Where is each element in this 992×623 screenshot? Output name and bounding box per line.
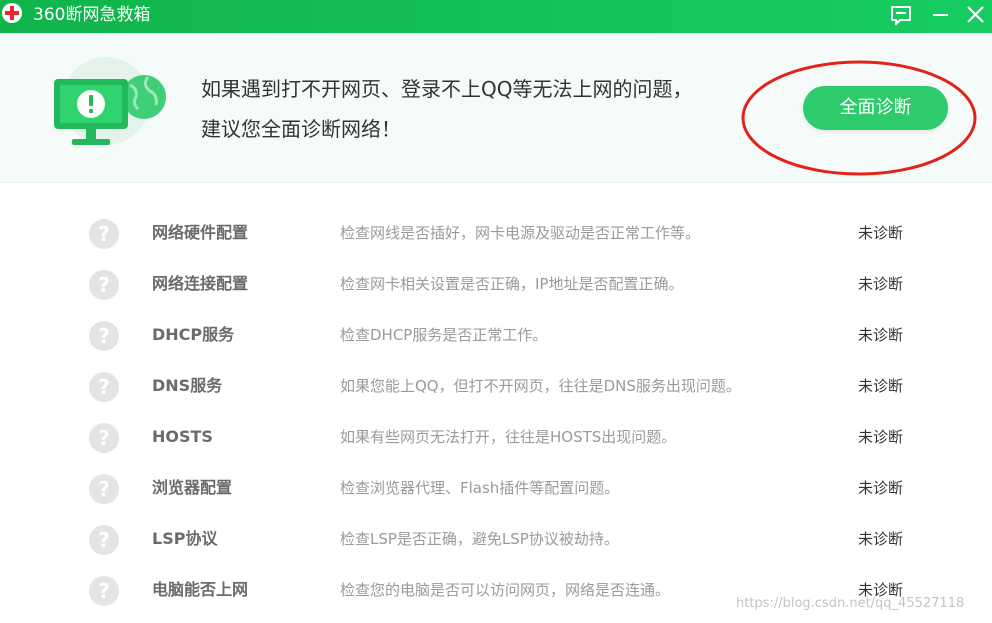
close-icon [967, 6, 984, 23]
check-status: 未诊断 [858, 530, 904, 548]
question-icon: ? [89, 423, 119, 453]
banner-line-1: 如果遇到打不开网页、登录不上QQ等无法上网的问题， [201, 77, 693, 101]
check-status: 未诊断 [858, 377, 904, 395]
check-name: LSP协议 [152, 529, 218, 548]
question-icon: ? [89, 219, 119, 249]
question-icon: ? [89, 321, 119, 351]
check-name: DNS服务 [152, 376, 223, 395]
check-row: ? 网络硬件配置 检查网线是否插好，网卡电源及驱动是否正常工作等。 未诊断 [0, 208, 992, 258]
check-desc: 检查DHCP服务是否正常工作。 [340, 326, 548, 344]
check-status: 未诊断 [858, 479, 904, 497]
check-row: ? 浏览器配置 检查浏览器代理、Flash插件等配置问题。 未诊断 [0, 463, 992, 513]
check-row: ? 网络连接配置 检查网卡相关设置是否正确，IP地址是否配置正确。 未诊断 [0, 259, 992, 309]
check-row: ? DNS服务 如果您能上QQ，但打不开网页，往往是DNS服务出现问题。 未诊断 [0, 361, 992, 411]
check-row: ? DHCP服务 检查DHCP服务是否正常工作。 未诊断 [0, 310, 992, 360]
question-icon: ? [89, 525, 119, 555]
check-name: 网络硬件配置 [152, 223, 249, 242]
check-status: 未诊断 [858, 428, 904, 446]
check-status: 未诊断 [858, 326, 904, 344]
minimize-icon [933, 14, 948, 16]
check-desc: 检查网卡相关设置是否正确，IP地址是否配置正确。 [340, 275, 684, 293]
close-button[interactable] [963, 3, 989, 27]
question-icon: ? [89, 270, 119, 300]
check-desc: 检查浏览器代理、Flash插件等配置问题。 [340, 479, 620, 497]
check-name: HOSTS [152, 427, 213, 446]
check-desc: 如果有些网页无法打开，往往是HOSTS出现问题。 [340, 428, 677, 446]
diagnose-banner: 如果遇到打不开网页、登录不上QQ等无法上网的问题， 建议您全面诊断网络！ 全面诊… [0, 33, 992, 183]
watermark: https://blog.csdn.net/qq_45527118 [736, 596, 965, 611]
app-logo-icon [2, 3, 22, 23]
banner-message: 如果遇到打不开网页、登录不上QQ等无法上网的问题， 建议您全面诊断网络！ [201, 69, 692, 149]
feedback-icon [891, 6, 911, 25]
monitor-warning-globe-icon [54, 57, 166, 145]
check-name: 浏览器配置 [152, 478, 233, 497]
banner-line-2: 建议您全面诊断网络！ [201, 117, 401, 141]
check-list: ? 网络硬件配置 检查网线是否插好，网卡电源及驱动是否正常工作等。 未诊断 ? … [0, 182, 992, 623]
check-row: ? LSP协议 检查LSP是否正确，避免LSP协议被劫持。 未诊断 [0, 514, 992, 564]
feedback-button[interactable] [888, 3, 914, 27]
check-name: DHCP服务 [152, 325, 235, 344]
question-icon: ? [89, 576, 119, 606]
title-bar: 360断网急救箱 [0, 0, 992, 33]
minimize-button[interactable] [928, 3, 954, 27]
app-window: 360断网急救箱 如果遇到打不开网页、登录不上QQ等无法上网的问题， 建议您全面… [0, 0, 992, 623]
check-status: 未诊断 [858, 224, 904, 242]
check-status: 未诊断 [858, 275, 904, 293]
question-icon: ? [89, 372, 119, 402]
check-desc: 如果您能上QQ，但打不开网页，往往是DNS服务出现问题。 [340, 377, 741, 395]
full-diagnose-button[interactable]: 全面诊断 [803, 86, 948, 130]
check-name: 电脑能否上网 [152, 580, 249, 599]
question-icon: ? [89, 474, 119, 504]
check-desc: 检查网线是否插好，网卡电源及驱动是否正常工作等。 [340, 224, 701, 242]
check-desc: 检查LSP是否正确，避免LSP协议被劫持。 [340, 530, 619, 548]
check-name: 网络连接配置 [152, 274, 249, 293]
check-desc: 检查您的电脑是否可以访问网页，网络是否连通。 [340, 581, 671, 599]
app-title: 360断网急救箱 [33, 5, 151, 25]
check-row: ? HOSTS 如果有些网页无法打开，往往是HOSTS出现问题。 未诊断 [0, 412, 992, 462]
